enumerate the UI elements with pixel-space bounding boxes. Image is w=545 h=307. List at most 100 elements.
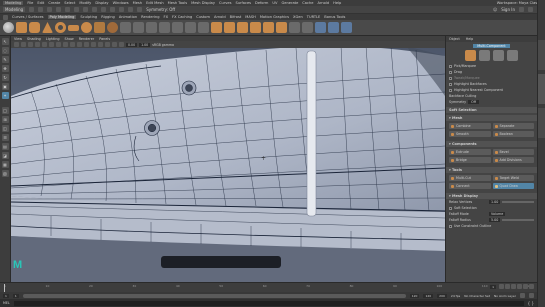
mesh-view[interactable]: + M [11, 36, 445, 282]
exposure-field[interactable]: 0.00 [126, 42, 138, 47]
super-shape-icon[interactable] [107, 22, 118, 33]
menu-item[interactable]: Surfaces [235, 1, 251, 5]
poly-cone-icon[interactable] [42, 22, 53, 33]
symmetry-dropdown[interactable]: Off [468, 100, 479, 104]
open-scene-icon[interactable] [38, 7, 44, 12]
move-tool-icon[interactable]: ✥ [1, 65, 9, 72]
attribute-editor-icon[interactable] [528, 7, 533, 12]
insert-edge-loop-icon[interactable] [263, 22, 274, 33]
camera-attributes-icon[interactable] [21, 42, 26, 47]
radio-icon[interactable] [449, 70, 452, 74]
last-tool-icon[interactable]: ✦ [1, 92, 9, 99]
current-frame-marker[interactable] [4, 284, 5, 292]
mdt-menu-object[interactable]: Object [449, 37, 460, 41]
shelf-tab[interactable]: Bonus Tools [324, 15, 345, 19]
film-gate-icon[interactable] [49, 42, 54, 47]
extract-icon[interactable] [146, 22, 157, 33]
smooth-icon[interactable] [159, 22, 170, 33]
bridge-icon[interactable] [237, 22, 248, 33]
mirror-icon[interactable] [198, 22, 209, 33]
checkbox-icon[interactable] [449, 224, 452, 228]
range-slider-bar[interactable] [22, 293, 406, 298]
menu-item[interactable]: Create [48, 1, 60, 5]
fps-dropdown[interactable]: 24 fps [451, 294, 460, 298]
modeling-toolkit-icon[interactable] [519, 7, 524, 12]
bookmark-icon[interactable] [28, 42, 33, 47]
shelf-tab[interactable]: FX Caching [172, 15, 192, 19]
panel-menu-item[interactable]: View [14, 37, 22, 41]
panel-menu-item[interactable]: Show [65, 37, 74, 41]
gamma-field[interactable]: 1.00 [139, 42, 151, 47]
undo-icon[interactable] [56, 7, 62, 12]
save-scene-icon[interactable] [47, 7, 53, 12]
checkbox-icon[interactable] [449, 206, 452, 210]
radio-icon[interactable] [449, 64, 452, 68]
wireframe-icon[interactable] [63, 42, 68, 47]
panel-menu-item[interactable]: Lighting [46, 37, 60, 41]
menu-item[interactable]: Cache [302, 1, 313, 5]
select-object-icon[interactable] [83, 7, 89, 12]
select-tool-icon[interactable]: ↖ [1, 38, 9, 45]
extrude-icon[interactable] [211, 22, 222, 33]
xray-icon[interactable] [84, 42, 89, 47]
shelf-tab[interactable]: Rigging [101, 15, 115, 19]
custom-layout-icon[interactable]: ▧ [1, 170, 9, 177]
select-hierarchy-icon[interactable] [74, 7, 80, 12]
step-back-icon[interactable] [505, 284, 510, 289]
shelf-tab[interactable]: XGen [293, 15, 303, 19]
vertex-mode-icon[interactable] [479, 50, 490, 61]
shelf-gear-icon[interactable] [3, 14, 8, 20]
planar-mapping-icon[interactable] [315, 22, 326, 33]
menu-item[interactable]: File [27, 1, 33, 5]
uv-layout-icon[interactable]: ▦ [1, 161, 9, 168]
object-mode-icon[interactable] [465, 50, 476, 61]
four-pane-layout-icon[interactable]: ⊞ [1, 116, 9, 123]
current-frame-field[interactable]: 1 [490, 284, 496, 289]
snap-grid-icon[interactable] [101, 7, 107, 12]
poly-disc-icon[interactable] [81, 22, 92, 33]
edge-mode-icon[interactable] [493, 50, 504, 61]
shadows-icon[interactable] [105, 42, 110, 47]
isolate-select-icon[interactable] [119, 42, 124, 47]
step-forward-icon[interactable] [523, 284, 528, 289]
menu-item[interactable]: Select [64, 1, 75, 5]
grid-toggle-icon[interactable] [42, 42, 47, 47]
outliner-layout-icon[interactable]: ☰ [1, 134, 9, 141]
shelf-tab[interactable]: Motion Graphics [260, 15, 289, 19]
animation-end-field[interactable]: 200 [437, 293, 447, 298]
add-divisions-button[interactable]: Add Divisions [492, 157, 534, 163]
go-to-end-icon[interactable] [529, 284, 534, 289]
lasso-tool-icon[interactable]: ◌ [1, 47, 9, 54]
menu-item[interactable]: Mesh Display [191, 1, 215, 5]
color-space-dropdown[interactable]: sRGB gamma [152, 43, 174, 47]
shelf-tab[interactable]: Arnold [214, 15, 226, 19]
rotate-tool-icon[interactable]: ↻ [1, 74, 9, 81]
menu-item[interactable]: Generate [282, 1, 299, 5]
panel-menu-item[interactable]: Shading [27, 37, 41, 41]
go-to-start-icon[interactable] [499, 284, 504, 289]
hypershade-layout-icon[interactable]: ◪ [1, 152, 9, 159]
menu-item[interactable]: Help [333, 1, 341, 5]
playback-end-field[interactable]: 120 [409, 293, 420, 298]
shelf-tab[interactable]: Curves / Surfaces [12, 15, 44, 19]
bridge-button[interactable]: Bridge [449, 157, 491, 163]
target-weld-icon[interactable] [289, 22, 300, 33]
boolean-button[interactable]: Boolean [492, 131, 534, 137]
image-plane-icon[interactable] [35, 42, 40, 47]
setting-slider[interactable] [502, 201, 534, 203]
sign-in-button[interactable]: Sign In [501, 7, 515, 12]
checkbox-icon[interactable] [449, 82, 452, 86]
setting-value-field[interactable]: 5.00 [489, 218, 501, 222]
snap-curve-icon[interactable] [110, 7, 116, 12]
character-set-dropdown[interactable]: No Character Set [464, 294, 490, 298]
shelf-tab[interactable]: Bifrost [230, 15, 242, 19]
resolution-gate-icon[interactable] [56, 42, 61, 47]
menu-item[interactable]: Edit [37, 1, 44, 5]
boolean-difference-icon[interactable] [185, 22, 196, 33]
setting-slider[interactable] [502, 219, 534, 221]
script-editor-icon[interactable]: { } [528, 301, 534, 306]
multi-cut-icon[interactable] [276, 22, 287, 33]
checkbox-icon[interactable] [449, 88, 452, 92]
auto-key-icon[interactable] [520, 293, 525, 298]
menu-item[interactable]: Mesh [133, 1, 142, 5]
